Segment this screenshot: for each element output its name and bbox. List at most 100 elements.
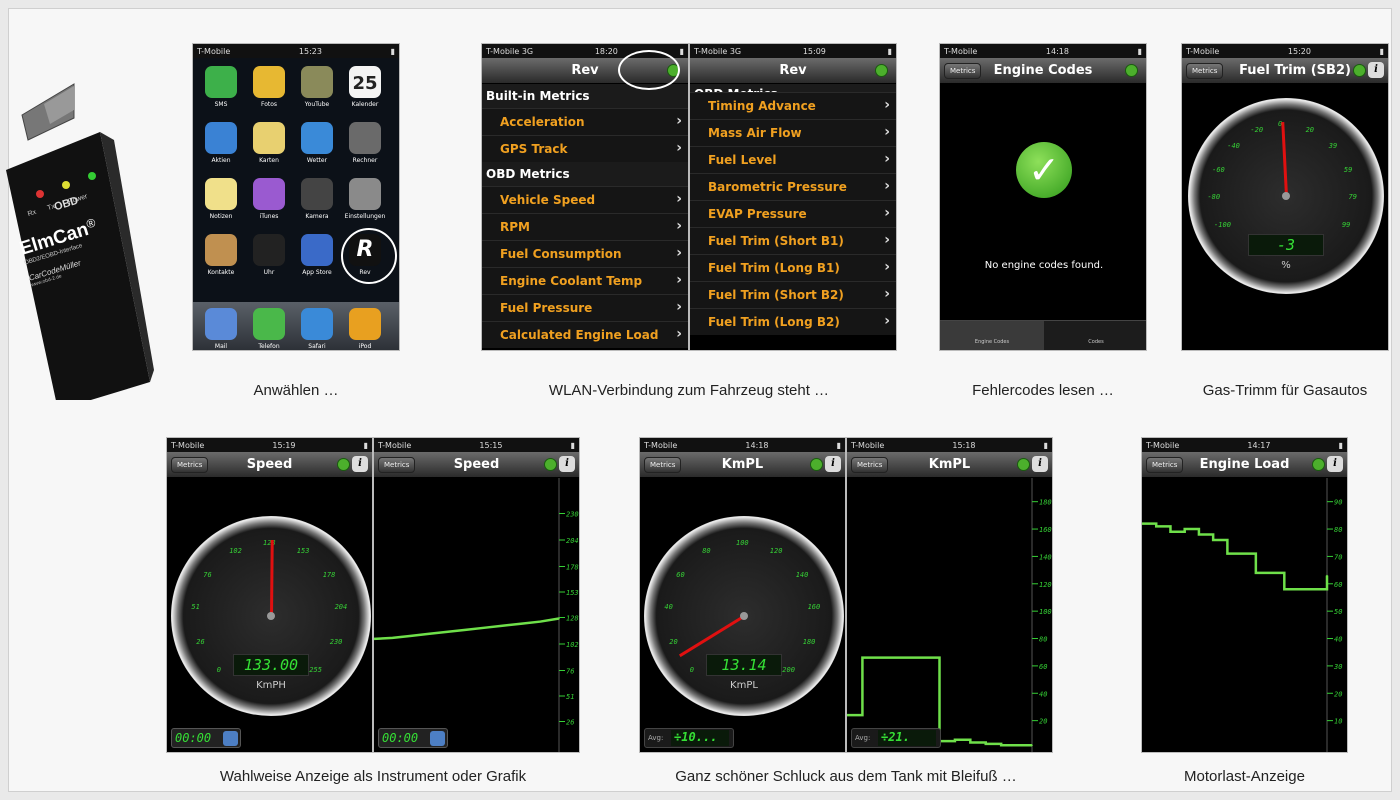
app-icon-sms[interactable] xyxy=(205,66,237,98)
app-icon-kamera[interactable] xyxy=(301,178,333,210)
avg-label: Avg: xyxy=(648,734,664,742)
metric-item-gps-track[interactable]: GPS Track xyxy=(482,135,688,162)
status-bar: T-Mobile 15:15 ▮ xyxy=(374,438,579,452)
back-button[interactable]: Metrics xyxy=(944,63,982,79)
app-label: YouTube xyxy=(304,101,330,108)
info-button[interactable]: i xyxy=(1032,456,1048,472)
data-point xyxy=(1269,572,1271,574)
app-label: Wetter xyxy=(306,157,328,164)
data-point xyxy=(447,630,449,633)
timer-control[interactable]: 00:00 xyxy=(378,728,448,748)
app-label: Kontakte xyxy=(207,269,235,276)
status-bar: T-Mobile 14:18 ▮ xyxy=(940,44,1146,58)
dock-icon-safari[interactable] xyxy=(301,308,333,340)
data-point xyxy=(1326,574,1328,577)
info-button[interactable]: i xyxy=(352,456,368,472)
dock-icon-telefon[interactable] xyxy=(253,308,285,340)
obd-device: Rx Tx Power OBD ElmCan® OBD2/EOBD-Interf… xyxy=(4,70,154,410)
metric-item-fuel-consumption[interactable]: Fuel Consumption xyxy=(482,240,688,267)
scale-tick-label: 153 xyxy=(566,589,579,597)
data-point xyxy=(877,656,879,659)
info-button[interactable]: i xyxy=(1327,456,1343,472)
carrier: T-Mobile 3G xyxy=(694,46,742,56)
back-button[interactable]: Metrics xyxy=(171,457,209,473)
app-icon-kontakte[interactable] xyxy=(205,234,237,266)
checkmark-icon: ✓ xyxy=(1016,142,1072,198)
avg-value: ÷10... xyxy=(671,730,729,746)
back-button[interactable]: Metrics xyxy=(1146,457,1184,473)
app-label: Kamera xyxy=(305,213,329,220)
carrier: T-Mobile xyxy=(944,46,978,56)
app-label: App Store xyxy=(302,269,332,276)
metric-item-fuel-trim-short-b1[interactable]: Fuel Trim (Short B1) xyxy=(690,227,896,254)
back-button[interactable]: Metrics xyxy=(1186,63,1224,79)
app-icon-fotos[interactable] xyxy=(253,66,285,98)
info-button[interactable]: i xyxy=(825,456,841,472)
gauge-tick-label: 51 xyxy=(191,603,200,612)
average-readout: Avg: ÷21. xyxy=(851,728,941,748)
app-icon-aktien[interactable] xyxy=(205,122,237,154)
metric-item-fuel-pressure[interactable]: Fuel Pressure xyxy=(482,294,688,321)
app-label: Karten xyxy=(259,157,279,164)
app-icon-itunes[interactable] xyxy=(253,178,285,210)
engine-load-screenshot: T-Mobile 14:17 ▮ Metrics Engine Load i 90 80 7… xyxy=(1141,437,1348,753)
app-icon-wetter[interactable] xyxy=(301,122,333,154)
carrier: T-Mobile xyxy=(197,46,231,56)
metric-item-vehicle-speed[interactable]: Vehicle Speed xyxy=(482,186,688,213)
tab-bar: Engine Codes Codes xyxy=(940,320,1146,350)
engine-load-line-chart: 90 80 70 60 50 40 30 20 10 xyxy=(1142,478,1342,752)
metric-item-mass-air-flow[interactable]: Mass Air Flow xyxy=(690,119,896,146)
data-point xyxy=(954,738,956,741)
app-icon-kalender[interactable]: 25 xyxy=(349,66,381,98)
app-icon-einstellungen[interactable] xyxy=(349,178,381,210)
tab-engine-codes[interactable]: Engine Codes xyxy=(940,321,1044,350)
metric-item-fuel-trim-long-b2[interactable]: Fuel Trim (Long B2) xyxy=(690,308,896,335)
reset-icon[interactable] xyxy=(430,731,445,746)
gauge-tick-label: 140 xyxy=(795,570,809,579)
app-icon-app-store[interactable] xyxy=(301,234,333,266)
scale-tick-label: 102 xyxy=(566,641,579,649)
connected-icon xyxy=(1017,458,1030,471)
status-bar: T-Mobile 15:19 ▮ xyxy=(167,438,372,452)
scale-tick-label: 10 xyxy=(1334,718,1342,726)
metric-item-fuel-trim-short-b2[interactable]: Fuel Trim (Short B2) xyxy=(690,281,896,308)
metric-item-timing-advance[interactable]: Timing Advance xyxy=(690,92,896,119)
dock-icon-ipod[interactable] xyxy=(349,308,381,340)
gauge-tick-label: 255 xyxy=(309,666,322,675)
back-button[interactable]: Metrics xyxy=(851,457,889,473)
reset-icon[interactable] xyxy=(223,731,238,746)
app-icon-karten[interactable] xyxy=(253,122,285,154)
data-point xyxy=(484,626,486,629)
tab-codes[interactable]: Codes xyxy=(1044,321,1146,350)
metric-item-evap-pressure[interactable]: EVAP Pressure xyxy=(690,200,896,227)
scale-tick-label: 40 xyxy=(1039,690,1047,698)
app-icon-rechner[interactable] xyxy=(349,122,381,154)
dock-icon-mail[interactable] xyxy=(205,308,237,340)
metric-item-fuel-level[interactable]: Fuel Level xyxy=(690,146,896,173)
gauge-tick-label: 20 xyxy=(1305,126,1314,135)
back-button[interactable]: Metrics xyxy=(378,457,416,473)
status-bar: T-Mobile 3G 15:09 ▮ xyxy=(690,44,896,58)
app-icon-notizen[interactable] xyxy=(205,178,237,210)
data-point xyxy=(1155,525,1158,528)
metric-item-fuel-trim-long-b1[interactable]: Fuel Trim (Long B1) xyxy=(690,254,896,281)
connected-icon xyxy=(337,458,350,471)
nav-bar: Metrics KmPL i xyxy=(847,452,1052,478)
info-button[interactable]: i xyxy=(1368,62,1384,78)
gauge-tick-label: 204 xyxy=(334,603,348,612)
data-point xyxy=(923,656,925,659)
back-button[interactable]: Metrics xyxy=(644,457,682,473)
metric-item-engine-coolant-temp[interactable]: Engine Coolant Temp xyxy=(482,267,688,294)
metric-item-barometric-pressure[interactable]: Barometric Pressure xyxy=(690,173,896,200)
gauge-tick-label: 128 xyxy=(263,539,276,547)
metric-item-acceleration[interactable]: Acceleration xyxy=(482,108,688,135)
app-icon-youtube[interactable] xyxy=(301,66,333,98)
timer-control[interactable]: 00:00 xyxy=(171,728,241,748)
scale-tick-label: 100 xyxy=(1039,608,1052,616)
info-button[interactable]: i xyxy=(559,456,575,472)
status-bar: T-Mobile 15:23 ▮ xyxy=(193,44,399,58)
gauge-readout: 13.14 xyxy=(706,654,782,676)
metric-item-rpm[interactable]: RPM xyxy=(482,213,688,240)
app-icon-uhr[interactable] xyxy=(253,234,285,266)
metric-item-calculated-engine-load[interactable]: Calculated Engine Load xyxy=(482,321,688,348)
